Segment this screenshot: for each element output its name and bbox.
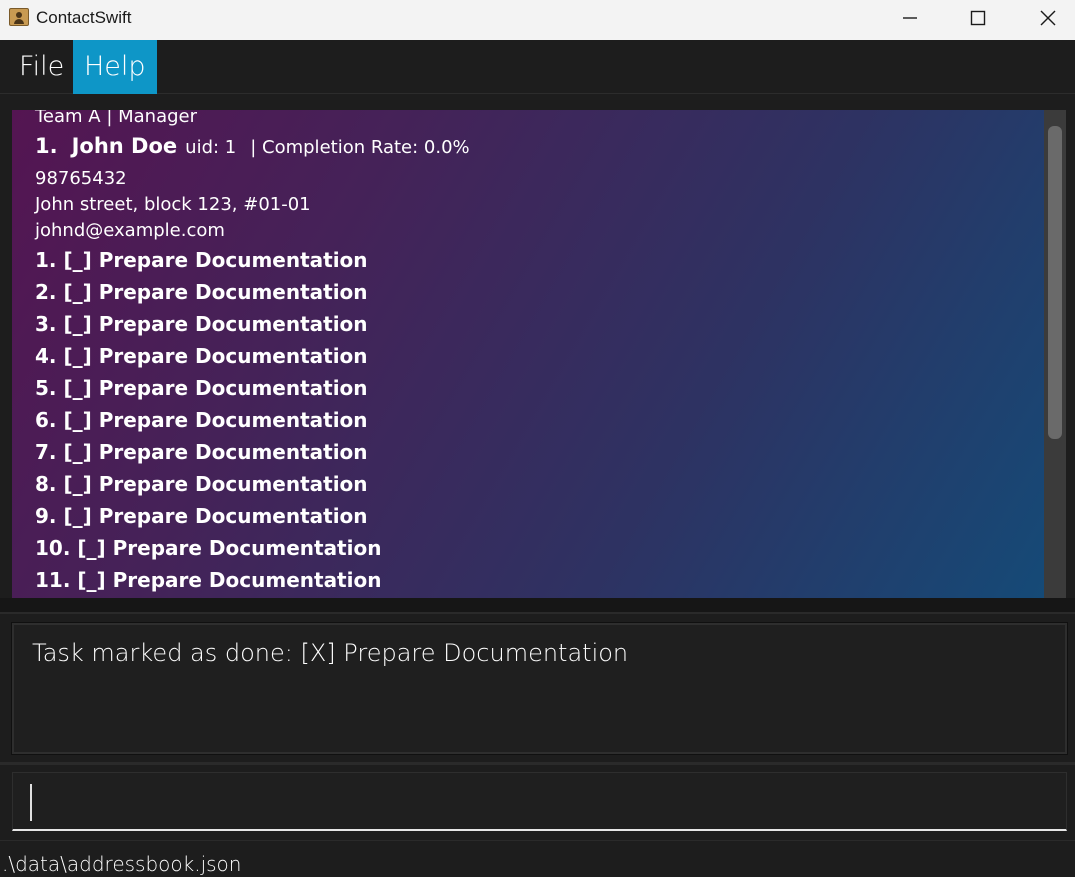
person-list-panel[interactable]: Team A | Manager 1. John Doe uid: 1 | Co… <box>12 110 1066 598</box>
task-item: 11. [_] Prepare Documentation <box>35 568 382 592</box>
task-item: 2. [_] Prepare Documentation <box>35 280 368 304</box>
person-address: John street, block 123, #01-01 <box>35 194 311 215</box>
menu-help[interactable]: Help <box>73 40 157 94</box>
window-title: ContactSwift <box>36 8 132 27</box>
divider <box>0 762 1075 765</box>
person-index: 1. <box>35 134 58 158</box>
close-button[interactable] <box>1013 0 1075 36</box>
status-bar: .\data\addressbook.json <box>0 840 1075 877</box>
command-box[interactable] <box>12 772 1067 831</box>
person-name: John Doe <box>71 134 178 158</box>
task-item: 3. [_] Prepare Documentation <box>35 312 368 336</box>
command-input[interactable] <box>13 773 1066 829</box>
person-email: johnd@example.com <box>35 220 225 241</box>
menu-file[interactable]: File <box>8 40 75 94</box>
minimize-icon <box>903 17 917 19</box>
close-icon <box>1040 10 1056 26</box>
divider <box>0 598 1075 612</box>
person-card[interactable]: Team A | Manager 1. John Doe uid: 1 | Co… <box>12 110 1044 598</box>
divider <box>0 612 1075 614</box>
person-header: 1. John Doe uid: 1 | Completion Rate: 0.… <box>35 134 470 158</box>
completion-rate: | Completion Rate: 0.0% <box>250 137 470 158</box>
task-item: 6. [_] Prepare Documentation <box>35 408 368 432</box>
title-bar: ContactSwift <box>0 0 1075 40</box>
result-message: Task marked as done: [X] Prepare Documen… <box>32 639 629 667</box>
minimize-button[interactable] <box>875 0 945 36</box>
task-item: 1. [_] Prepare Documentation <box>35 248 368 272</box>
text-caret <box>30 784 32 821</box>
scrollbar-thumb[interactable] <box>1048 126 1062 439</box>
status-file-path: .\data\addressbook.json <box>2 852 242 876</box>
person-tags: Team A | Manager <box>35 110 198 127</box>
task-item: 10. [_] Prepare Documentation <box>35 536 382 560</box>
maximize-icon <box>970 10 986 26</box>
list-scrollbar[interactable] <box>1044 110 1066 598</box>
result-display: Task marked as done: [X] Prepare Documen… <box>11 622 1068 755</box>
task-item: 4. [_] Prepare Documentation <box>35 344 368 368</box>
maximize-button[interactable] <box>943 0 1013 36</box>
person-uid: uid: 1 <box>185 137 237 158</box>
task-item: 8. [_] Prepare Documentation <box>35 472 368 496</box>
menu-bar: File Help <box>0 40 1075 94</box>
person-phone: 98765432 <box>35 168 127 189</box>
task-item: 9. [_] Prepare Documentation <box>35 504 368 528</box>
contacts-icon <box>9 8 29 26</box>
task-item: 7. [_] Prepare Documentation <box>35 440 368 464</box>
task-item: 5. [_] Prepare Documentation <box>35 376 368 400</box>
